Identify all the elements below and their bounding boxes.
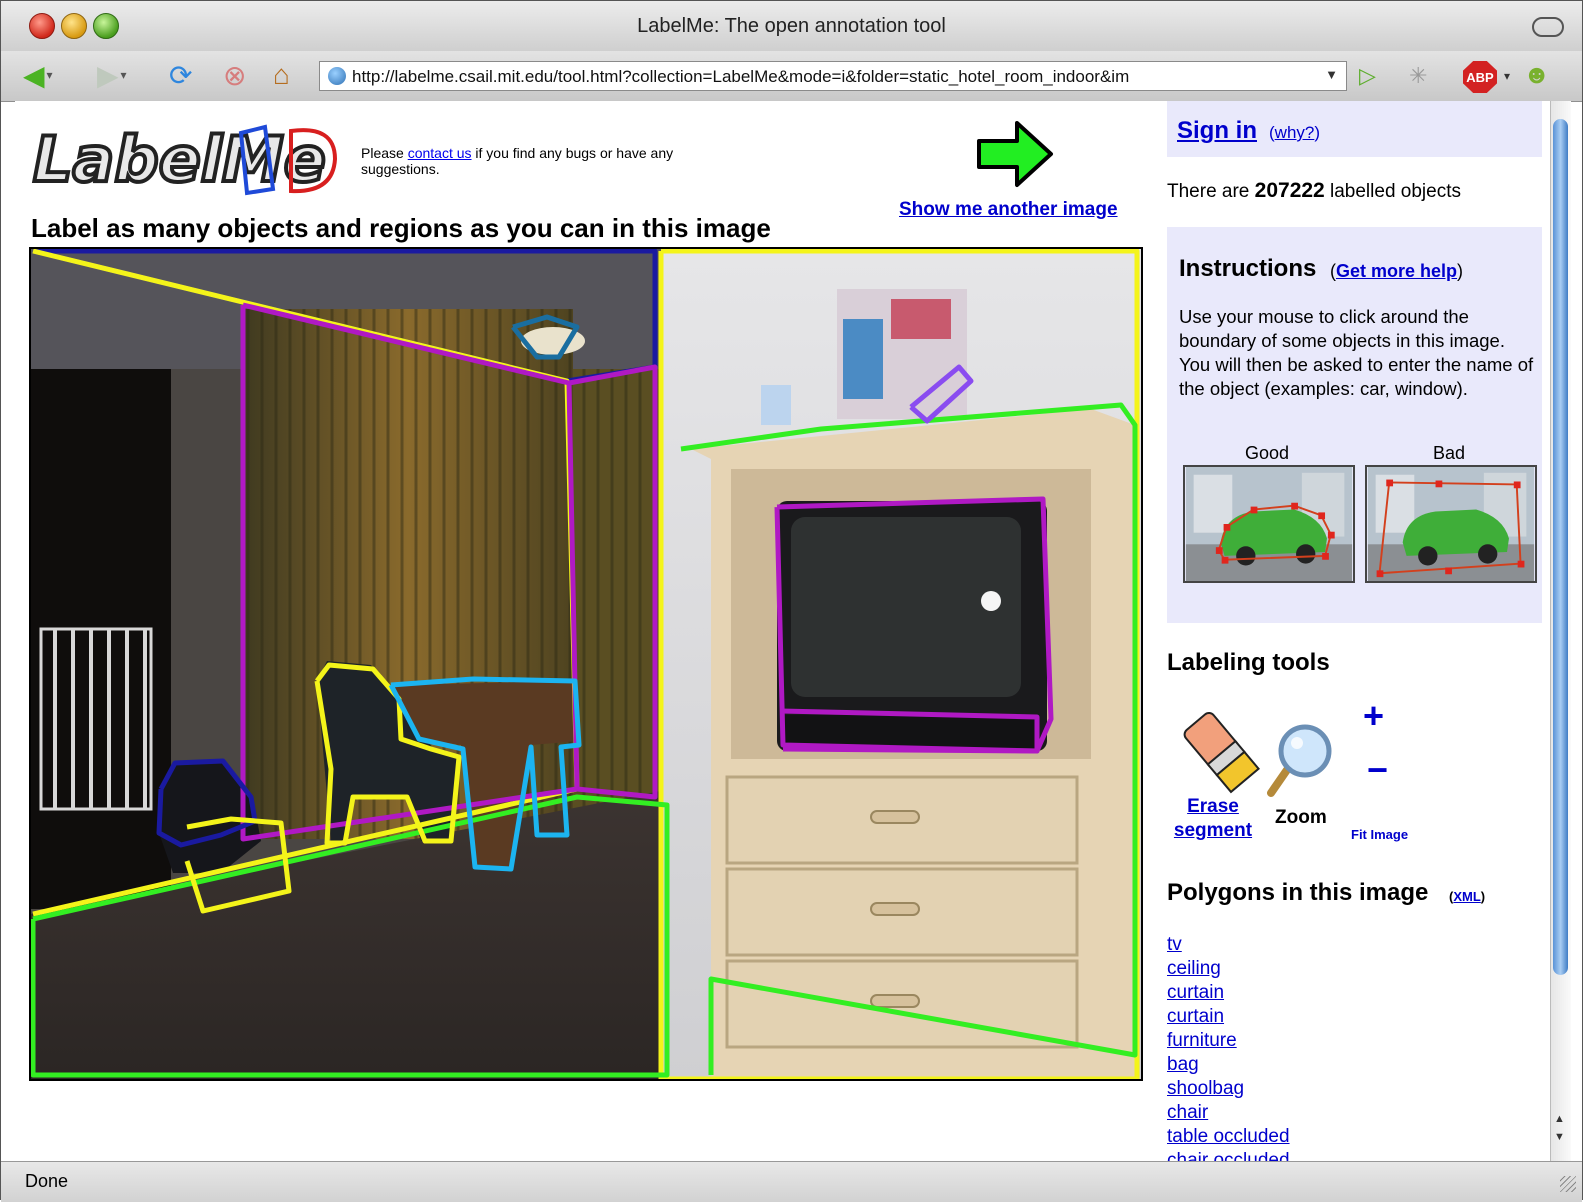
polygon-link-chair[interactable]: chair [1167, 1101, 1290, 1125]
scroll-down-arrow-icon[interactable]: ▼ [1554, 1131, 1565, 1143]
scrollbar-thumb[interactable] [1553, 119, 1568, 975]
show-another-image-link[interactable]: Show me another image [899, 199, 1118, 221]
zoom-in-button[interactable]: + [1363, 695, 1384, 737]
tv-glare [981, 591, 1001, 611]
page-heading: Label as many objects and regions as you… [31, 213, 771, 243]
labelme-logo: LabelMe [31, 121, 338, 198]
polygon-list: tv ceiling curtain curtain furniture bag… [1167, 933, 1290, 1161]
stop-icon: ⊗ [223, 59, 247, 91]
reload-button[interactable]: ⟳ [169, 59, 192, 91]
annotation-canvas[interactable] [29, 247, 1143, 1081]
forward-arrow-icon: ▶ [97, 59, 119, 91]
chevron-down-icon[interactable]: ▾ [121, 68, 127, 82]
chevron-down-icon[interactable]: ▾ [1504, 69, 1510, 83]
browser-toolbar: ◀ ▾ ▶ ▾ ⟳ ⊗ ⌂ http://labelme.csail.mit.edu… [1, 51, 1582, 102]
polygon-link-table-occluded[interactable]: table occluded [1167, 1125, 1290, 1149]
photo-svg[interactable] [31, 249, 1141, 1079]
browser-window: LabelMe: The open annotation tool ◀ ▾ ▶ ▾ … [0, 0, 1583, 1202]
get-more-help: (Get more help) [1330, 261, 1464, 281]
status-text: Done [25, 1171, 69, 1191]
instructions-text: Use your mouse to click around the bound… [1179, 306, 1534, 399]
xml-link[interactable]: XML [1453, 889, 1480, 904]
eraser-icon[interactable] [1181, 707, 1261, 797]
polygons-title: Polygons in this image [1167, 879, 1429, 906]
contact-us-link[interactable]: contact us [408, 145, 472, 161]
page-content: LabelMe Please contact us if you find an… [15, 101, 1550, 1161]
polygon-link-furniture[interactable]: furniture [1167, 1029, 1290, 1053]
instructions-title: Instructions [1179, 255, 1317, 282]
fit-image-button[interactable]: Fit Image [1351, 827, 1408, 842]
polygon-link-shoolbag[interactable]: shoolbag [1167, 1077, 1290, 1101]
why-note: (why?) [1269, 123, 1321, 142]
chevron-down-icon[interactable]: ▾ [47, 68, 53, 82]
curtain-right-pleats [573, 369, 663, 809]
url-text[interactable]: http://labelme.csail.mit.edu/tool.html?c… [352, 67, 1312, 87]
polygon-link-ceiling[interactable]: ceiling [1167, 957, 1290, 981]
toolbar-toggle-button[interactable] [1532, 17, 1564, 37]
site-globe-icon [328, 67, 346, 85]
erase-label-line-2[interactable]: segment [1173, 819, 1253, 843]
home-icon: ⌂ [273, 59, 290, 90]
magnifier-icon[interactable] [1263, 721, 1335, 801]
resize-grip-icon[interactable] [1560, 1176, 1576, 1192]
erase-segment-button[interactable]: Erase segment [1173, 795, 1253, 843]
xml-note: (XML) [1449, 889, 1486, 904]
signin-box: Sign in (why?) [1167, 101, 1542, 157]
forward-button[interactable]: ▶ ▾ [97, 59, 127, 91]
vertical-scrollbar[interactable]: ▲ ▼ [1550, 101, 1571, 1161]
good-example-image [1183, 465, 1355, 583]
brochure-red [891, 299, 951, 339]
title-bar: LabelMe: The open annotation tool [1, 1, 1582, 52]
polygon-link-curtain[interactable]: curtain [1167, 981, 1290, 1005]
brochure-blue [843, 319, 883, 399]
stop-button[interactable]: ⊗ [223, 59, 246, 91]
bad-example-label: Bad [1433, 443, 1466, 463]
drawer-handle-2 [870, 902, 920, 916]
drawer-handle-1 [870, 810, 920, 824]
back-arrow-icon: ◀ [23, 59, 45, 91]
sign-in-link[interactable]: Sign in [1177, 117, 1257, 145]
adblock-plus-icon[interactable]: ABP [1463, 61, 1497, 93]
reload-icon: ⟳ [169, 59, 193, 91]
url-history-dropdown-icon[interactable]: ▼ [1325, 67, 1338, 82]
side-panel: Sign in (why?) There are 207222 labelled… [1167, 101, 1542, 1161]
good-example-label: Good [1245, 443, 1290, 463]
address-bar[interactable]: http://labelme.csail.mit.edu/tool.html?c… [319, 61, 1347, 91]
contact-prefix: Please [361, 145, 408, 161]
bad-example-image [1365, 465, 1537, 583]
instructions-box: Instructions (Get more help) Use your mo… [1167, 227, 1542, 623]
polygon-link-curtain-2[interactable]: curtain [1167, 1005, 1290, 1029]
extension-icon[interactable]: ☻ [1523, 59, 1550, 90]
erase-label-line-1[interactable]: Erase [1173, 795, 1253, 819]
labeling-tools-title: Labeling tools [1167, 649, 1330, 676]
loading-spinner-icon: ✳ [1409, 63, 1428, 88]
labelled-prefix: There are [1167, 181, 1255, 202]
back-button[interactable]: ◀ ▾ [23, 59, 53, 91]
polygon-link-chair-occluded[interactable]: chair occluded [1167, 1149, 1290, 1161]
zoom-out-button[interactable]: − [1367, 749, 1388, 791]
labelled-count-text: There are 207222 labelled objects [1167, 179, 1461, 203]
polygon-link-tv[interactable]: tv [1167, 933, 1290, 957]
labelled-count: 207222 [1254, 179, 1325, 202]
zoom-label: Zoom [1275, 807, 1327, 828]
drawer-handle-3 [870, 994, 920, 1008]
small-card [761, 385, 791, 425]
scroll-up-arrow-icon[interactable]: ▲ [1554, 1113, 1565, 1125]
next-image-arrow-icon[interactable] [975, 119, 1055, 189]
status-bar: Done [1, 1161, 1582, 1202]
window-title: LabelMe: The open annotation tool [637, 15, 946, 37]
polygon-link-bag[interactable]: bag [1167, 1053, 1290, 1077]
go-icon[interactable]: ▷ [1359, 63, 1376, 89]
get-more-help-link[interactable]: Get more help [1336, 261, 1457, 281]
home-button[interactable]: ⌂ [273, 59, 290, 91]
why-link[interactable]: why? [1275, 123, 1315, 142]
logo-label: LabelMe [33, 123, 326, 196]
contact-note: Please contact us if you find any bugs o… [361, 145, 691, 177]
labelled-suffix: labelled objects [1324, 181, 1461, 202]
